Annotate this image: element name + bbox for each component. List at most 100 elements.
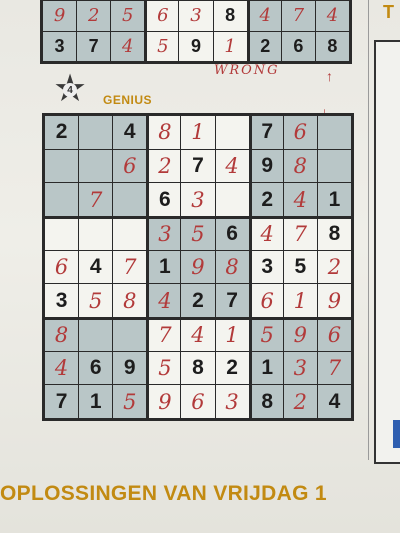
sudoku-cell: 2 (215, 351, 249, 385)
solutions-heading: OPLOSSINGEN VAN VRIJDAG 1 (0, 482, 327, 505)
puzzle-number: 4 (63, 83, 77, 97)
previous-sudoku-cell: 6 (145, 1, 179, 31)
previous-sudoku-cell: 9 (179, 31, 213, 61)
next-column-heading: T (383, 2, 394, 22)
sudoku-cell: 3 (147, 217, 181, 250)
sudoku-cell (215, 116, 249, 149)
sudoku-cell (113, 183, 147, 216)
sudoku-cell: 6 (113, 149, 147, 183)
sudoku-cell: 4 (181, 318, 215, 351)
sudoku-cell: 4 (113, 116, 147, 149)
sudoku-cell: 2 (181, 284, 215, 317)
sudoku-cell: 4 (45, 351, 79, 385)
sudoku-cell: 7 (79, 183, 113, 216)
sudoku-cell: 8 (45, 318, 79, 351)
sudoku-cell (79, 318, 113, 351)
sudoku-cell: 8 (249, 385, 283, 418)
sudoku-cell: 8 (283, 149, 317, 183)
sudoku-cell (215, 183, 249, 216)
sudoku-cell: 5 (181, 217, 215, 250)
sudoku-cell: 4 (215, 149, 249, 183)
previous-sudoku-cell: 4 (247, 1, 281, 31)
sudoku-cell: 6 (181, 385, 215, 418)
previous-sudoku-cell: 4 (111, 31, 145, 61)
sudoku-cell: 7 (147, 318, 181, 351)
sudoku-cell: 9 (283, 318, 317, 351)
blue-tab-marker (393, 420, 400, 448)
sudoku-cell: 5 (147, 351, 181, 385)
sudoku-cell: 4 (317, 385, 351, 418)
previous-sudoku-cell: 8 (213, 1, 247, 31)
sudoku-cell: 2 (317, 250, 351, 284)
sudoku-cell (317, 116, 351, 149)
sudoku-cell: 9 (181, 250, 215, 284)
sudoku-cell: 2 (249, 183, 283, 216)
sudoku-cell: 4 (249, 217, 283, 250)
previous-sudoku-cell: 2 (247, 31, 281, 61)
sudoku-cell: 3 (45, 284, 79, 317)
sudoku-cell (317, 149, 351, 183)
previous-sudoku-grid: 925638474374591268 (40, 0, 352, 64)
sudoku-cell: 7 (317, 351, 351, 385)
previous-sudoku-cell: 1 (213, 31, 247, 61)
sudoku-cell: 1 (181, 116, 215, 149)
sudoku-cell: 9 (147, 385, 181, 418)
sudoku-cell: 6 (249, 284, 283, 317)
sudoku-cell: 6 (79, 351, 113, 385)
sudoku-cell: 2 (45, 116, 79, 149)
sudoku-cell: 5 (79, 284, 113, 317)
sudoku-cell: 8 (215, 250, 249, 284)
sudoku-cell (45, 217, 79, 250)
previous-sudoku-cell: 3 (43, 31, 77, 61)
previous-sudoku-cell: 7 (281, 1, 315, 31)
sudoku-cell: 3 (215, 385, 249, 418)
sudoku-cell: 8 (181, 351, 215, 385)
previous-sudoku-cell: 6 (281, 31, 315, 61)
sudoku-cell: 4 (283, 183, 317, 216)
sudoku-cell: 5 (283, 250, 317, 284)
sudoku-cell: 1 (147, 250, 181, 284)
previous-sudoku-cell: 9 (43, 1, 77, 31)
sudoku-cell: 7 (181, 149, 215, 183)
sudoku-cell (45, 149, 79, 183)
sudoku-cell: 5 (249, 318, 283, 351)
previous-sudoku-cell: 4 (315, 1, 349, 31)
sudoku-cell: 7 (113, 250, 147, 284)
sudoku-cell: 6 (317, 318, 351, 351)
sudoku-cell: 7 (215, 284, 249, 317)
sudoku-cell (79, 116, 113, 149)
difficulty-label: GENIUS (103, 93, 153, 107)
sudoku-cell (45, 183, 79, 216)
sudoku-cell (79, 149, 113, 183)
sudoku-cell: 1 (317, 183, 351, 216)
sudoku-cell (113, 217, 147, 250)
sudoku-cell: 3 (181, 183, 215, 216)
handwritten-note: WRONG (214, 63, 280, 78)
arrow-up-icon: ↑ (326, 68, 333, 84)
sudoku-cell: 6 (147, 183, 181, 216)
sudoku-cell: 2 (147, 149, 181, 183)
next-puzzle-box (374, 40, 400, 464)
sudoku-cell: 8 (147, 116, 181, 149)
sudoku-cell: 8 (113, 284, 147, 317)
sudoku-cell: 4 (147, 284, 181, 317)
previous-sudoku-cell: 3 (179, 1, 213, 31)
sudoku-cell: 6 (215, 217, 249, 250)
column-divider (368, 0, 369, 460)
sudoku-cell (113, 318, 147, 351)
previous-sudoku-cell: 2 (77, 1, 111, 31)
previous-sudoku-cell: 5 (111, 1, 145, 31)
sudoku-cell: 1 (283, 284, 317, 317)
sudoku-cell: 4 (79, 250, 113, 284)
previous-sudoku-cell: 8 (315, 31, 349, 61)
sudoku-cell: 3 (249, 250, 283, 284)
sudoku-cell: 9 (249, 149, 283, 183)
sudoku-cell: 1 (249, 351, 283, 385)
sudoku-cell (79, 217, 113, 250)
sudoku-cell: 8 (317, 217, 351, 250)
sudoku-cell: 7 (249, 116, 283, 149)
sudoku-grid: 2481766274987632413564786471983523584276… (42, 113, 354, 421)
previous-sudoku-cell: 7 (77, 31, 111, 61)
sudoku-cell: 3 (283, 351, 317, 385)
sudoku-cell: 7 (283, 217, 317, 250)
